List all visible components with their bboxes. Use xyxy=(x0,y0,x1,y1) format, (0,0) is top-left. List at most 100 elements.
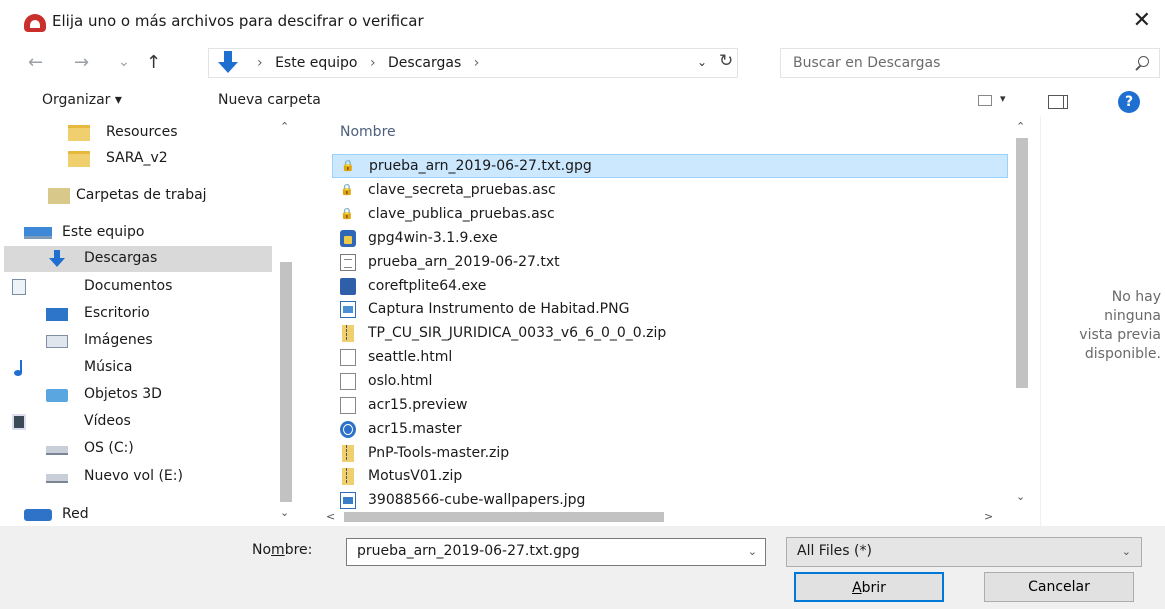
file-list-vertical-scrollbar[interactable]: ⌃ ⌄ xyxy=(1008,116,1036,510)
new-folder-button[interactable]: Nueva carpeta xyxy=(218,92,321,108)
search-icon[interactable] xyxy=(1135,56,1149,70)
file-name: MotusV01.zip xyxy=(368,468,463,484)
chevron-down-icon[interactable]: ⌄ xyxy=(1122,545,1131,558)
breadcrumb-separator[interactable]: › xyxy=(474,55,480,71)
breadcrumb-separator: › xyxy=(257,55,263,71)
navigation-pane: Resources SARA_v2 Carpetas de trabaj Est… xyxy=(0,116,302,526)
command-toolbar: Organizar ▾ Nueva carpeta ▾ ? xyxy=(0,86,1165,116)
file-row[interactable]: MotusV01.zip xyxy=(332,465,1008,489)
file-type-filter[interactable]: All Files (*) ⌄ xyxy=(786,537,1142,567)
file-row[interactable]: oslo.html xyxy=(332,370,1008,394)
file-row[interactable]: acr15.master xyxy=(332,418,1008,442)
breadcrumb-downloads[interactable]: Descargas xyxy=(388,55,461,71)
file-name: PnP-Tools-master.zip xyxy=(368,445,510,461)
navigation-bar: ← → ⌄ ↑ › Este equipo › Descargas › ⌄ ↻ … xyxy=(0,42,1165,86)
close-icon[interactable]: ✕ xyxy=(1133,8,1151,33)
address-bar[interactable]: › Este equipo › Descargas › ⌄ ↻ xyxy=(208,48,738,78)
view-options-icon[interactable] xyxy=(978,95,992,106)
breadcrumb-separator: › xyxy=(369,55,376,71)
column-header-name[interactable]: Nombre xyxy=(340,124,396,140)
title-bar: Elija uno o más archivos para descifrar … xyxy=(0,0,1165,42)
scroll-down-icon[interactable]: ⌄ xyxy=(1016,490,1025,503)
file-name: coreftplite64.exe xyxy=(368,278,487,294)
file-row[interactable]: PnP-Tools-master.zip xyxy=(332,442,1008,466)
back-arrow-icon[interactable]: ← xyxy=(28,52,43,73)
sidebar-item-desktop[interactable]: Escritorio xyxy=(4,301,272,327)
sidebar-item-this-pc[interactable]: Este equipo xyxy=(4,220,272,246)
file-row[interactable]: clave_publica_pruebas.asc xyxy=(332,203,1008,227)
help-icon[interactable]: ? xyxy=(1118,91,1140,113)
sidebar-item-label: Documentos xyxy=(84,278,173,294)
scrollbar-thumb[interactable] xyxy=(280,262,292,502)
file-name: clave_secreta_pruebas.asc xyxy=(368,182,556,198)
sidebar-item-music[interactable]: Música xyxy=(4,355,272,381)
computer-icon xyxy=(24,227,52,239)
file-row[interactable]: prueba_arn_2019-06-27.txt xyxy=(332,251,1008,275)
file-row[interactable]: TP_CU_SIR_JURIDICA_0033_v6_6_0_0_0.zip xyxy=(332,322,1008,346)
sidebar-item-pictures[interactable]: Imágenes xyxy=(4,328,272,354)
up-arrow-icon[interactable]: ↑ xyxy=(146,52,161,73)
file-name-label-part: bre: xyxy=(284,542,313,558)
file-row[interactable]: acr15.preview xyxy=(332,394,1008,418)
sidebar-item-documents[interactable]: Documentos xyxy=(4,274,272,300)
scroll-right-icon[interactable]: > xyxy=(984,510,993,523)
search-box[interactable]: Buscar en Descargas xyxy=(780,48,1160,78)
file-row[interactable]: Captura Instrumento de Habitad.PNG xyxy=(332,298,1008,322)
dialog-title: Elija uno o más archivos para descifrar … xyxy=(52,12,424,30)
preview-line: vista previa xyxy=(1079,327,1161,343)
breadcrumb-this-pc[interactable]: Este equipo xyxy=(275,55,357,71)
address-dropdown-icon[interactable]: ⌄ xyxy=(697,55,707,69)
file-row[interactable]: coreftplite64.exe xyxy=(332,275,1008,299)
scroll-left-icon[interactable]: < xyxy=(326,510,335,523)
sidebar-item-work-folders[interactable]: Carpetas de trabaj xyxy=(28,183,272,209)
file-name-label-part: No xyxy=(252,542,272,558)
zip-icon xyxy=(342,468,354,485)
preview-pane-icon[interactable] xyxy=(1048,95,1068,109)
view-dropdown-icon[interactable]: ▾ xyxy=(1000,92,1006,105)
sidebar-item-sara[interactable]: SARA_v2 xyxy=(48,146,268,172)
file-list: Nombre prueba_arn_2019-06-27.txt.gpg cla… xyxy=(320,116,1040,526)
scroll-up-icon[interactable]: ⌃ xyxy=(1016,120,1025,133)
sidebar-item-3d-objects[interactable]: Objetos 3D xyxy=(4,382,272,408)
file-name: gpg4win-3.1.9.exe xyxy=(368,230,498,246)
file-name-value[interactable]: prueba_arn_2019-06-27.txt.gpg xyxy=(357,543,580,559)
open-button-accesskey: A xyxy=(852,580,862,596)
sidebar-item-drive-c[interactable]: OS (C:) xyxy=(4,436,272,462)
scrollbar-thumb[interactable] xyxy=(1016,138,1028,388)
sidebar-item-label: Objetos 3D xyxy=(84,386,162,402)
file-row[interactable]: seattle.html xyxy=(332,346,1008,370)
sidebar-item-label: Vídeos xyxy=(84,413,131,429)
recent-locations-icon[interactable]: ⌄ xyxy=(118,54,130,70)
navigation-scrollbar[interactable]: ⌃ ⌄ xyxy=(272,116,300,526)
file-list-horizontal-scrollbar[interactable]: < > xyxy=(320,508,1008,526)
open-button[interactable]: Abrir xyxy=(794,572,944,602)
sidebar-item-videos[interactable]: Vídeos xyxy=(4,409,272,435)
cancel-button[interactable]: Cancelar xyxy=(984,572,1134,602)
chevron-down-icon[interactable]: ⌄ xyxy=(748,545,757,558)
file-name-field[interactable]: prueba_arn_2019-06-27.txt.gpg ⌄ xyxy=(346,538,766,566)
organize-menu-button[interactable]: Organizar ▾ xyxy=(42,92,122,108)
file-row[interactable]: clave_secreta_pruebas.asc xyxy=(332,179,1008,203)
file-name: prueba_arn_2019-06-27.txt xyxy=(368,254,560,270)
key-file-icon xyxy=(340,182,356,199)
sidebar-item-drive-e[interactable]: Nuevo vol (E:) xyxy=(4,464,272,490)
sidebar-item-network[interactable]: Red xyxy=(4,502,272,526)
sidebar-item-downloads[interactable]: Descargas xyxy=(4,246,272,272)
folder-icon xyxy=(68,151,90,167)
installer-icon xyxy=(340,230,356,247)
file-name-label: Nombre: xyxy=(252,542,312,558)
refresh-icon[interactable]: ↻ xyxy=(719,51,733,71)
file-row[interactable]: prueba_arn_2019-06-27.txt.gpg xyxy=(332,154,1008,178)
sidebar-item-resources[interactable]: Resources xyxy=(48,120,268,146)
scroll-up-icon[interactable]: ⌃ xyxy=(280,120,289,133)
sidebar-item-label: Resources xyxy=(106,124,178,140)
scrollbar-thumb[interactable] xyxy=(344,512,664,522)
file-type-value: All Files (*) xyxy=(797,543,872,559)
zip-icon xyxy=(342,445,354,462)
documents-icon xyxy=(12,279,26,295)
scroll-down-icon[interactable]: ⌄ xyxy=(280,506,289,519)
preview-message: No hay ninguna vista previa disponible. xyxy=(1046,288,1161,364)
file-name: Captura Instrumento de Habitad.PNG xyxy=(368,301,630,317)
forward-arrow-icon[interactable]: → xyxy=(74,52,89,73)
file-row[interactable]: gpg4win-3.1.9.exe xyxy=(332,227,1008,251)
